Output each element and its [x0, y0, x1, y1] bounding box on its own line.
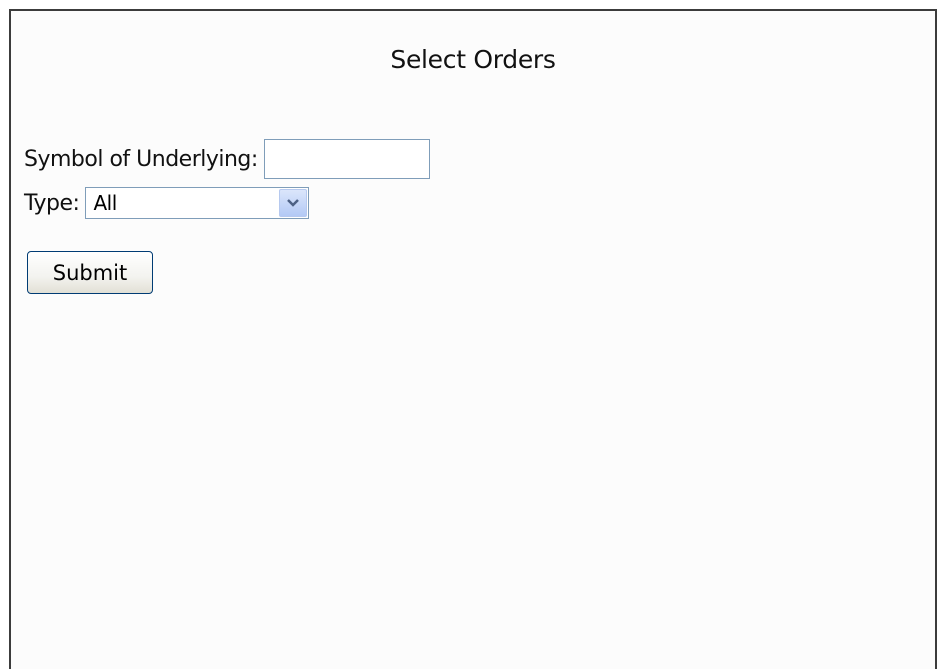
type-select[interactable]: All — [85, 187, 310, 219]
page-frame: Select Orders Symbol of Underlying: Type… — [9, 9, 937, 669]
type-select-value: All — [93, 191, 117, 215]
chevron-down-icon[interactable] — [279, 189, 308, 217]
symbol-label: Symbol of Underlying: — [24, 146, 258, 172]
page-title: Select Orders — [390, 45, 556, 74]
symbol-row: Symbol of Underlying: — [24, 137, 430, 181]
symbol-input[interactable] — [263, 139, 430, 179]
type-row: Type: All — [24, 181, 310, 225]
submit-button[interactable]: Submit — [27, 251, 153, 294]
type-label: Type: — [24, 190, 80, 216]
